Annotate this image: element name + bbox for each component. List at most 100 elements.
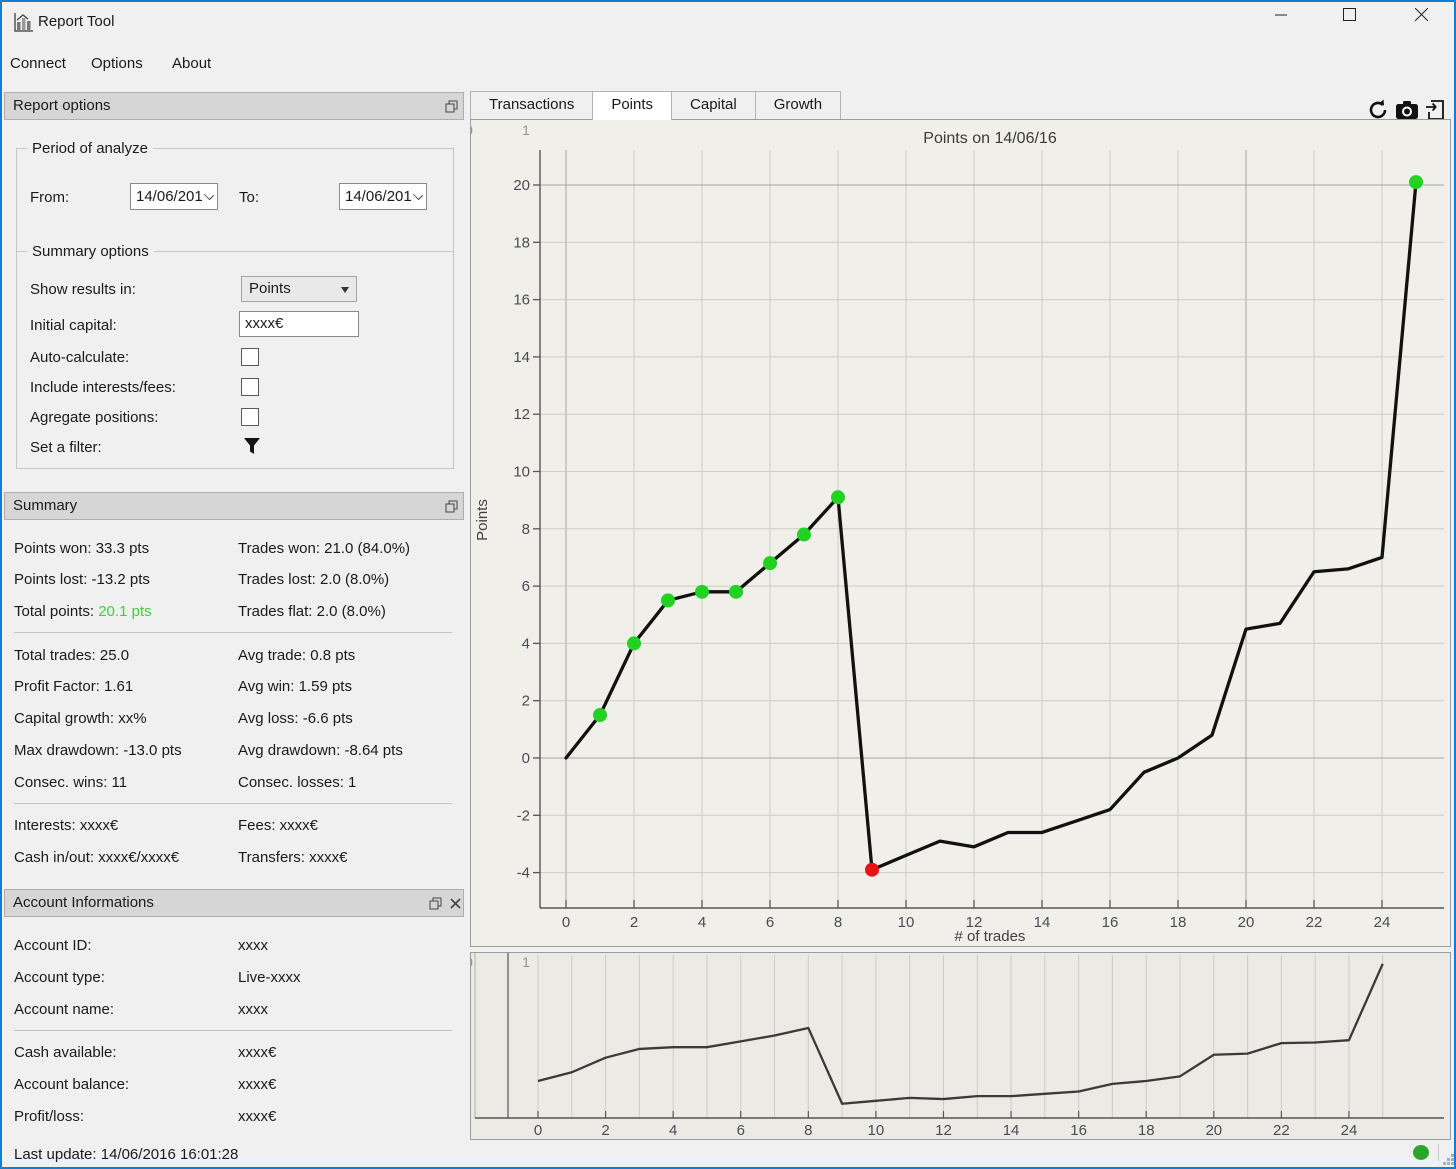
to-date-combobox[interactable]: 14/06/201 <box>339 183 427 210</box>
svg-text:22: 22 <box>1306 914 1323 931</box>
overview-chart-svg[interactable]: 02468101214161820222401 <box>471 953 1450 1139</box>
summary-trades-lost: Trades lost: 2.0 (8.0%) <box>238 571 389 588</box>
summary-consec-wins: Consec. wins: 11 <box>14 774 127 791</box>
tab-transactions[interactable]: Transactions <box>470 91 593 119</box>
menu-connect[interactable]: Connect <box>2 53 74 74</box>
float-panel-icon[interactable] <box>445 100 458 113</box>
overview-chart-panel: 02468101214161820222401 <box>470 952 1451 1140</box>
to-date-value: 14/06/201 <box>345 188 412 205</box>
tab-growth[interactable]: Growth <box>755 91 841 119</box>
float-panel-icon[interactable] <box>445 500 458 513</box>
svg-text:0: 0 <box>471 122 473 138</box>
summary-interests: Interests: xxxx€ <box>14 817 118 834</box>
agregate-positions-label: Agregate positions: <box>30 409 158 426</box>
chevron-down-icon <box>413 190 423 200</box>
set-filter-label: Set a filter: <box>30 439 102 456</box>
menu-about[interactable]: About <box>164 53 219 74</box>
svg-text:16: 16 <box>1102 914 1119 931</box>
account-name-value: xxxx <box>238 1001 268 1018</box>
summary-avg-trade: Avg trade: 0.8 pts <box>238 647 355 664</box>
svg-text:6: 6 <box>766 914 774 931</box>
include-interests-label: Include interests/fees: <box>30 379 176 396</box>
svg-text:14: 14 <box>513 349 530 366</box>
auto-calculate-label: Auto-calculate: <box>30 349 129 366</box>
minimize-icon <box>1275 9 1287 21</box>
svg-text:4: 4 <box>669 1122 677 1139</box>
account-balance-label: Account balance: <box>14 1076 129 1093</box>
summary-options-groupbox: Summary options Show results in: Points … <box>16 251 454 469</box>
status-separator <box>1438 1144 1439 1161</box>
period-group-title: Period of analyze <box>27 140 153 157</box>
svg-text:-4: -4 <box>517 865 530 882</box>
account-type-value: Live-xxxx <box>238 969 301 986</box>
account-name-label: Account name: <box>14 1001 114 1018</box>
svg-text:16: 16 <box>1070 1122 1087 1139</box>
menubar: Connect Options About <box>0 44 1456 86</box>
account-id-label: Account ID: <box>14 937 92 954</box>
summary-capital-growth: Capital growth: xx% <box>14 710 147 727</box>
tab-points[interactable]: Points <box>592 91 672 120</box>
total-points-label: Total points: <box>14 603 98 620</box>
dropdown-arrow-icon <box>341 287 349 293</box>
svg-text:8: 8 <box>522 521 530 538</box>
report-options-title: Report options <box>13 97 111 114</box>
summary-profit-factor: Profit Factor: 1.61 <box>14 678 133 695</box>
agregate-positions-checkbox[interactable] <box>241 408 259 426</box>
svg-text:24: 24 <box>1341 1122 1358 1139</box>
summary-trades-won: Trades won: 21.0 (84.0%) <box>238 540 410 557</box>
svg-text:Points: Points <box>474 499 491 541</box>
svg-text:20: 20 <box>1238 914 1255 931</box>
report-options-header: Report options <box>4 92 464 120</box>
summary-points-lost: Points lost: -13.2 pts <box>14 571 150 588</box>
profit-loss-label: Profit/loss: <box>14 1108 84 1125</box>
close-panel-icon[interactable] <box>449 897 462 910</box>
svg-text:18: 18 <box>513 234 530 251</box>
menu-options[interactable]: Options <box>83 53 151 74</box>
window-title: Report Tool <box>38 13 114 30</box>
summary-total-trades: Total trades: 25.0 <box>14 647 129 664</box>
summary-max-drawdown: Max drawdown: -13.0 pts <box>14 742 182 759</box>
account-balance-value: xxxx€ <box>238 1076 276 1093</box>
show-results-dropdown[interactable]: Points <box>241 276 357 302</box>
summary-header: Summary <box>4 492 464 520</box>
svg-text:8: 8 <box>834 914 842 931</box>
svg-text:18: 18 <box>1170 914 1187 931</box>
initial-capital-label: Initial capital: <box>30 317 117 334</box>
svg-text:8: 8 <box>804 1122 812 1139</box>
summary-avg-win: Avg win: 1.59 pts <box>238 678 352 695</box>
summary-avg-drawdown: Avg drawdown: -8.64 pts <box>238 742 403 759</box>
from-date-combobox[interactable]: 14/06/201 <box>130 183 218 210</box>
svg-text:0: 0 <box>471 954 473 970</box>
auto-calculate-checkbox[interactable] <box>241 348 259 366</box>
total-points-value: 20.1 pts <box>98 603 151 620</box>
show-results-label: Show results in: <box>30 281 136 298</box>
tabbar: Transactions Points Capital Growth <box>470 91 840 120</box>
app-icon <box>13 11 35 33</box>
main-chart-svg[interactable]: -4-2024681012141618200246810121416182022… <box>471 120 1450 946</box>
svg-text:6: 6 <box>522 578 530 595</box>
initial-capital-input[interactable]: xxxx€ <box>239 311 359 337</box>
include-interests-checkbox[interactable] <box>241 378 259 396</box>
summary-total-points: Total points: 20.1 pts <box>14 603 152 620</box>
summary-separator-1 <box>14 632 452 633</box>
titlebar: Report Tool <box>0 0 1456 44</box>
tab-capital[interactable]: Capital <box>671 91 756 119</box>
svg-text:0: 0 <box>522 750 530 767</box>
summary-cash-inout: Cash in/out: xxxx€/xxxx€ <box>14 849 179 866</box>
svg-text:10: 10 <box>898 914 915 931</box>
svg-text:16: 16 <box>513 292 530 309</box>
summary-trades-flat: Trades flat: 2.0 (8.0%) <box>238 603 386 620</box>
summary-title: Summary <box>13 497 77 514</box>
svg-text:18: 18 <box>1138 1122 1155 1139</box>
summary-points-won: Points won: 33.3 pts <box>14 540 149 557</box>
filter-icon[interactable] <box>243 437 261 456</box>
main-chart-panel: -4-2024681012141618200246810121416182022… <box>470 119 1451 947</box>
minimize-button[interactable] <box>1258 8 1304 36</box>
maximize-button[interactable] <box>1326 8 1372 36</box>
close-icon <box>1415 8 1428 21</box>
float-panel-icon[interactable] <box>429 897 442 910</box>
close-button[interactable] <box>1398 8 1444 36</box>
resize-grip[interactable] <box>1443 1154 1454 1165</box>
account-separator <box>14 1030 452 1031</box>
svg-text:10: 10 <box>513 464 530 481</box>
